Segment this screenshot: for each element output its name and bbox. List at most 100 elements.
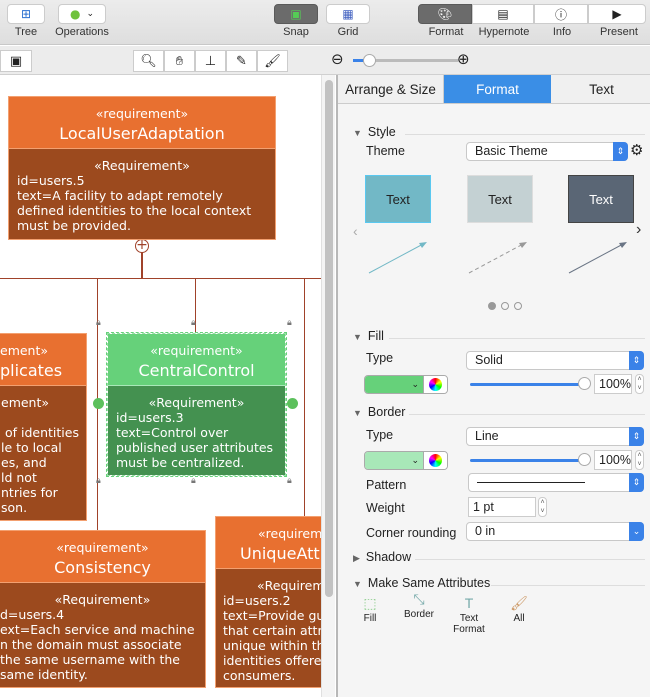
connector — [304, 278, 305, 518]
style-section-header[interactable]: Style — [353, 125, 396, 139]
requirement-block[interactable]: «requirement» LocalUserAdaptation «Requir… — [8, 96, 276, 240]
fill-color-well[interactable]: ⌄ — [364, 375, 448, 394]
page-dot[interactable] — [514, 302, 522, 310]
zoom-out-icon[interactable]: ⊖ — [331, 50, 344, 68]
make-same-fill-button[interactable]: ⬚ Fill — [345, 595, 395, 624]
border-section-header[interactable]: Border — [353, 405, 406, 419]
connector-preview — [468, 242, 526, 274]
requirement-block-selected[interactable]: «requirement» CentralControl «Requirement… — [106, 332, 287, 477]
vertical-scrollbar[interactable] — [321, 75, 335, 697]
fill-type-value: Solid — [475, 353, 503, 367]
present-button[interactable]: ▶ — [588, 4, 646, 24]
stepper-arrows-icon: ⇕ — [629, 473, 644, 492]
border-opacity-slider[interactable] — [470, 459, 582, 462]
tree-icon: ⊞ — [20, 7, 32, 21]
block-line: ld not — [1, 470, 37, 485]
hypernote-button[interactable]: ▤ — [472, 4, 534, 24]
containment-icon: + — [135, 237, 149, 253]
grid-button[interactable]: ▦ — [326, 4, 370, 24]
paintbrush-icon: 🖌︎ — [510, 595, 528, 611]
chevron-left-icon[interactable]: ‹ — [353, 223, 358, 239]
border-type-select[interactable]: Line ⇕ — [466, 427, 644, 446]
theme-swatch[interactable]: Text — [467, 175, 533, 223]
operations-button[interactable]: ● ⌄ — [58, 4, 106, 24]
fill-opacity-field[interactable]: 100% — [594, 374, 632, 394]
block-line: same identity. — [0, 667, 88, 682]
gear-icon[interactable]: ⚙ — [630, 141, 643, 159]
block-line: of identities — [1, 425, 79, 440]
chevron-down-icon: ⌄ — [86, 9, 95, 19]
tools-bar: ▣ 🔍︎ ✋︎ ⊥ ✎ 🖌︎ ⊖ ⊕ — [0, 46, 650, 75]
border-color-well[interactable]: ⌄ — [364, 451, 448, 470]
border-opacity-stepper[interactable]: ˄ ˅ — [635, 450, 644, 470]
tree-button[interactable]: ⊞ — [7, 4, 45, 24]
eyedropper-button[interactable]: ✎ — [226, 50, 257, 72]
zoom-slider[interactable] — [353, 54, 459, 67]
page-dot[interactable] — [501, 302, 509, 310]
block-name: LocalUserAdaptation — [59, 124, 225, 143]
make-same-section-header[interactable]: Make Same Attributes — [353, 576, 490, 590]
connector-preview — [368, 242, 426, 274]
corner-rounding-select[interactable]: 0 in ⌄ — [466, 522, 644, 541]
fill-opacity-slider[interactable] — [470, 383, 582, 386]
button-label: Border — [403, 609, 434, 620]
zoom-tool-button[interactable]: 🔍︎ — [133, 50, 164, 72]
connector-style-previews[interactable] — [363, 235, 643, 277]
button-label: Fill — [363, 613, 377, 624]
weight-stepper[interactable]: ˄ ˅ — [538, 497, 547, 517]
make-same-text-format-button[interactable]: T Text Format — [444, 595, 494, 635]
zoom-in-icon[interactable]: ⊕ — [457, 50, 470, 68]
operations-icon: ● — [69, 7, 81, 21]
zoom-slider-knob[interactable] — [362, 54, 376, 67]
lock-icon: 🔒︎ — [191, 476, 196, 486]
pattern-select[interactable]: ⇕ — [468, 473, 644, 492]
weight-field[interactable]: 1 pt — [468, 497, 536, 517]
diagram-canvas[interactable]: + «requirement» LocalUserAdaptation «Requ… — [0, 75, 322, 697]
format-button[interactable]: 🎨︎ — [418, 4, 472, 24]
connection-handle[interactable] — [93, 398, 104, 409]
connector — [0, 278, 322, 279]
fill-opacity-stepper[interactable]: ˄ ˅ — [635, 374, 644, 394]
slider-knob[interactable] — [578, 377, 591, 390]
requirement-block[interactable]: «requirement» Consistency «Requirement» d… — [0, 530, 206, 688]
fill-type-select[interactable]: Solid ⇕ — [466, 351, 644, 370]
info-button[interactable]: ⓘ — [534, 4, 588, 24]
scrollbar-thumb[interactable] — [325, 80, 333, 597]
page-dot[interactable] — [488, 302, 496, 310]
requirement-block[interactable]: ement» plicates ement» of identities le to… — [0, 333, 87, 521]
tab-format[interactable]: Format — [444, 75, 551, 104]
theme-swatch[interactable]: Text — [365, 175, 431, 223]
body-stereotype: ement» — [1, 395, 50, 410]
body-stereotype: «Requirement» — [94, 158, 190, 173]
page-indicator[interactable] — [488, 302, 522, 310]
theme-swatch[interactable]: Text — [568, 175, 634, 223]
slider-knob[interactable] — [578, 453, 591, 466]
note-button[interactable]: ▣ — [0, 50, 32, 72]
divider — [415, 559, 645, 560]
lock-icon: 🔒︎ — [191, 318, 196, 328]
block-line: consumers. — [223, 668, 296, 683]
tab-arrange-size[interactable]: Arrange & Size — [338, 75, 444, 104]
grid-label: Grid — [337, 26, 359, 38]
shadow-section-header[interactable]: Shadow — [353, 550, 411, 564]
connector — [141, 252, 143, 279]
stamp-tool-button[interactable]: ⊥ — [195, 50, 226, 72]
format-painter-button[interactable]: 🖌︎ — [257, 50, 288, 72]
make-same-all-button[interactable]: 🖌︎ All — [494, 595, 544, 624]
requirement-block[interactable]: «requirem UniqueAttr «Requirem id=users.2… — [215, 516, 322, 688]
color-wheel-icon[interactable] — [429, 454, 442, 467]
make-same-border-button[interactable]: ⤡ Border — [394, 591, 444, 620]
fill-section-header[interactable]: Fill — [353, 329, 384, 343]
info-icon: ⓘ — [554, 7, 567, 22]
block-line: defined identities to the local context — [17, 203, 252, 218]
color-wheel-icon[interactable] — [429, 378, 442, 391]
block-line: son. — [1, 500, 28, 515]
tab-text[interactable]: Text — [551, 75, 650, 104]
connection-handle[interactable] — [287, 398, 298, 409]
theme-select[interactable]: Basic Theme ⇕ — [466, 142, 628, 161]
theme-label: Theme — [366, 144, 405, 158]
border-opacity-field[interactable]: 100% — [594, 450, 632, 470]
snap-button[interactable]: ▣ — [274, 4, 318, 24]
hand-tool-button[interactable]: ✋︎ — [164, 50, 195, 72]
hypernote-icon: ▤ — [497, 7, 509, 21]
